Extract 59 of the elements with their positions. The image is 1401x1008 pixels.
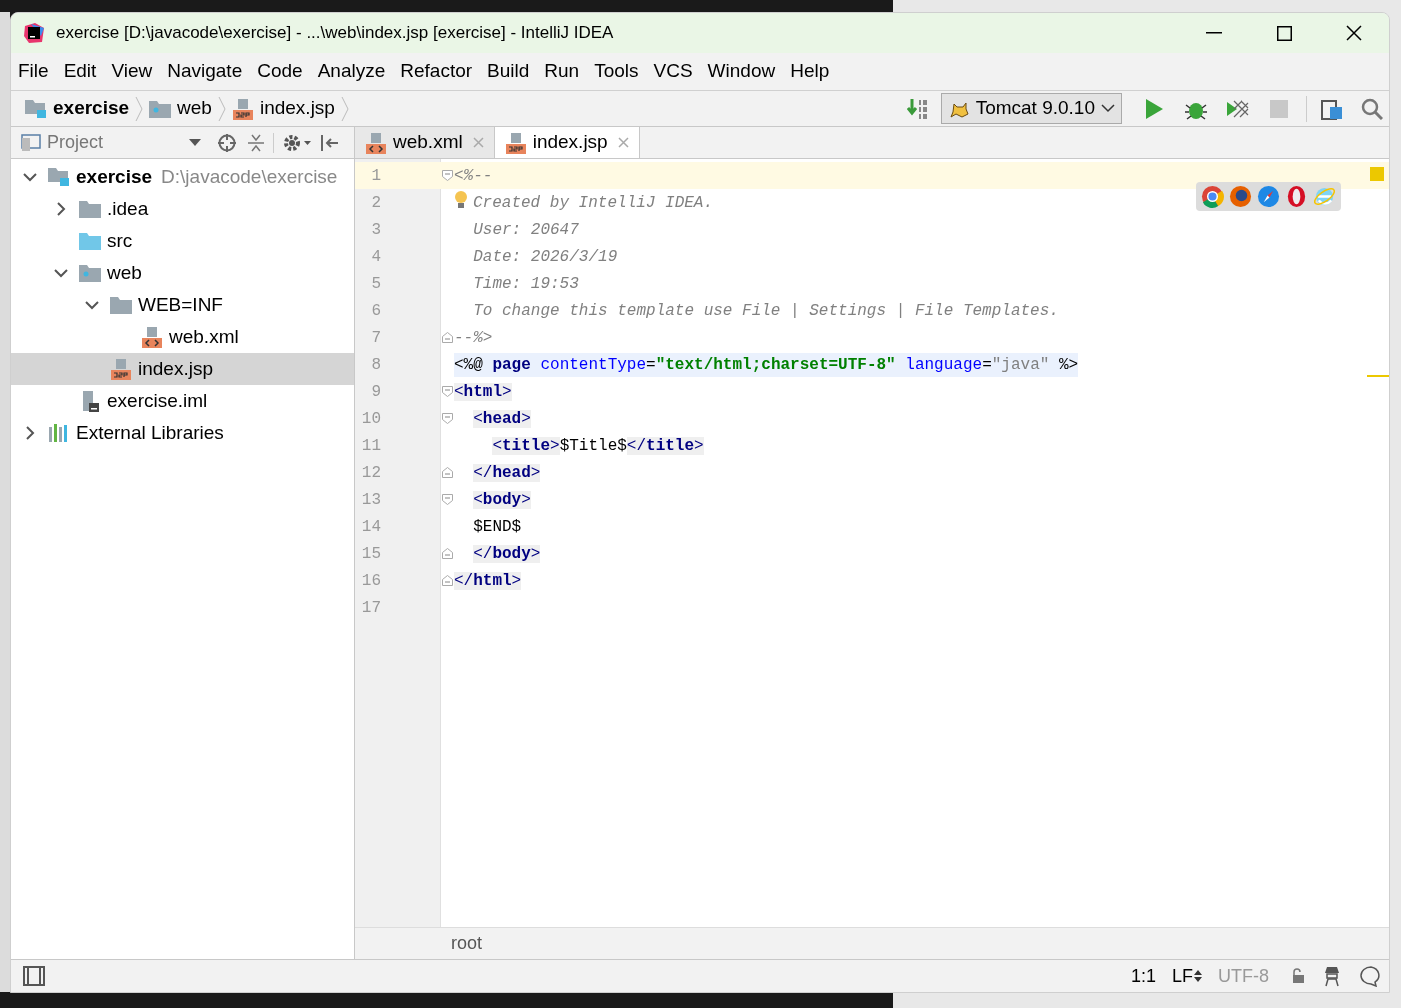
code-line: <title>$Title$</title> [492,435,704,457]
menu-item[interactable]: Run [544,57,580,86]
line-number: 11 [360,435,382,457]
menu-item[interactable]: Analyze [317,57,386,86]
window-title: exercise [D:\javacode\exercise] - ...\web\index.jsp [exercise] - IntelliJ IDEA [56,22,614,45]
panel-title[interactable]: Project [47,129,104,156]
code-line: <%-- [454,165,493,187]
line-number: 14 [360,516,382,538]
code-line: --%> [454,327,493,349]
line-number: 13 [360,489,382,511]
tree-item[interactable]: web [11,257,354,289]
tree-item[interactable]: External Libraries [11,417,354,449]
menu-item[interactable]: Edit [63,57,97,86]
line-number: 9 [370,381,382,403]
breadcrumb-item[interactable]: web [149,94,212,123]
line-number: 2 [370,192,382,214]
tree-item[interactable]: exercise D:\javacode\exercise [11,161,354,193]
editor-tab[interactable]: web.xml [355,127,495,158]
menu-item[interactable]: Help [790,57,830,86]
menu-item[interactable]: VCS [653,57,693,86]
menu-item[interactable]: Window [707,57,776,86]
code-line: User: 20647 [473,219,579,241]
menu-item[interactable]: Refactor [400,57,473,86]
menu-item[interactable]: Navigate [167,57,243,86]
line-number: 10 [360,408,382,430]
code-line: $END$ [473,516,522,538]
code-line: Created by IntelliJ IDEA. [473,192,714,214]
tree-item[interactable]: WEB=INF [11,289,354,321]
tree-item[interactable]: src [11,225,354,257]
line-number: 6 [370,300,382,322]
line-number: 4 [370,246,382,268]
breadcrumb-item[interactable]: index.jsp [231,94,335,123]
line-number: 3 [370,219,382,241]
tree-item[interactable]: exercise.iml [11,385,354,417]
line-number: 16 [360,570,382,592]
line-number: 5 [370,273,382,295]
caret-position[interactable]: 1:1 [1130,962,1156,990]
line-number: 8 [370,354,382,376]
tree-item[interactable]: index.jsp [11,353,354,385]
line-number: 1 [370,165,382,187]
line-number: 12 [360,462,382,484]
code-line: To change this template use File | Settings | File Templates. [473,300,1059,322]
code-line: Time: 19:53 [473,273,579,295]
menu-item[interactable]: Code [257,57,303,86]
line-number: 15 [360,543,382,565]
line-separator[interactable]: LF [1172,962,1193,990]
tree-item[interactable]: .idea [11,193,354,225]
tree-item[interactable]: web.xml [11,321,354,353]
editor-tab[interactable]: index.jsp [494,127,640,158]
menu-item[interactable]: File [18,57,49,86]
menu-item[interactable]: Build [487,57,530,86]
editor-breadcrumb[interactable]: root [451,930,483,957]
menu-item[interactable]: View [111,57,153,86]
line-number: 17 [360,597,382,619]
code-line: Date: 2026/3/19 [473,246,618,268]
line-number: 7 [370,327,382,349]
run-configuration-dropdown[interactable]: Tomcat 9.0.10 [940,93,1122,124]
menu-item[interactable]: Tools [594,57,639,86]
breadcrumb-item[interactable]: exercise [25,94,130,123]
